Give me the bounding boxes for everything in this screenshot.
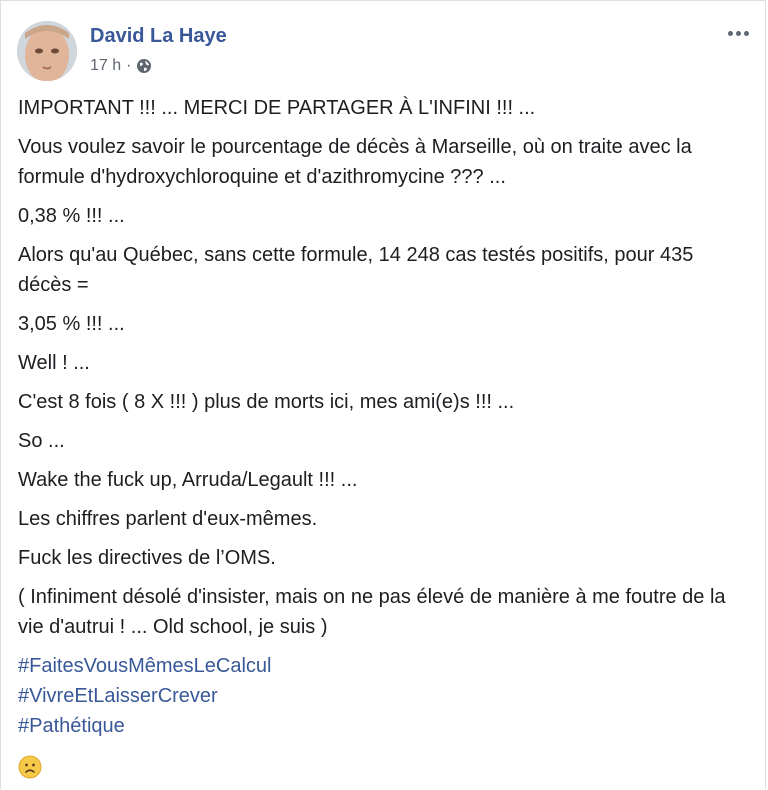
hashtag-link[interactable]: #FaitesVousMêmesLeCalcul [18, 651, 748, 681]
post-paragraph: Alors qu'au Québec, sans cette formule, … [18, 244, 694, 296]
dot [743, 30, 749, 36]
frowning-face-emoji [18, 755, 42, 779]
dot [735, 30, 741, 36]
post-paragraph: 0,38 % !!! ... [18, 205, 125, 227]
post-paragraph: Vous voulez savoir le pourcentage de déc… [18, 136, 692, 188]
more-options-icon[interactable] [723, 21, 753, 45]
post-paragraph: IMPORTANT !!! ... MERCI DE PARTAGER À L'… [18, 97, 536, 119]
post-paragraph: 3,05 % !!! ... [18, 313, 125, 335]
post-paragraph: Fuck les directives de l’OMS. [18, 547, 276, 569]
post-meta: 17 h · [90, 57, 152, 75]
post-paragraph: Wake the fuck up, Arruda/Legault !!! ... [18, 469, 358, 491]
post-paragraph: C'est 8 fois ( 8 X !!! ) plus de morts i… [18, 391, 515, 413]
post-paragraph: ( Infiniment désolé d'insister, mais on … [18, 586, 726, 638]
post-paragraph: Well ! ... [18, 352, 90, 374]
post-paragraph: So ... [18, 430, 65, 452]
hashtag-link[interactable]: #VivreEtLaisserCrever [18, 681, 748, 711]
hashtag-link[interactable]: #Pathétique [18, 711, 748, 741]
globe-icon[interactable] [136, 58, 152, 74]
post-body: IMPORTANT !!! ... MERCI DE PARTAGER À L'… [18, 93, 748, 788]
post-paragraph: Les chiffres parlent d'eux-mêmes. [18, 508, 318, 530]
avatar[interactable] [17, 21, 77, 81]
hashtag-list: #FaitesVousMêmesLeCalcul #VivreEtLaisser… [18, 651, 748, 741]
author-name-link[interactable]: David La Haye [90, 25, 227, 48]
post-timestamp[interactable]: 17 h [90, 57, 121, 75]
post-card: David La Haye 17 h · IMPORTANT !!! ... M… [0, 0, 766, 789]
meta-separator: · [126, 57, 132, 74]
dot [727, 30, 733, 36]
